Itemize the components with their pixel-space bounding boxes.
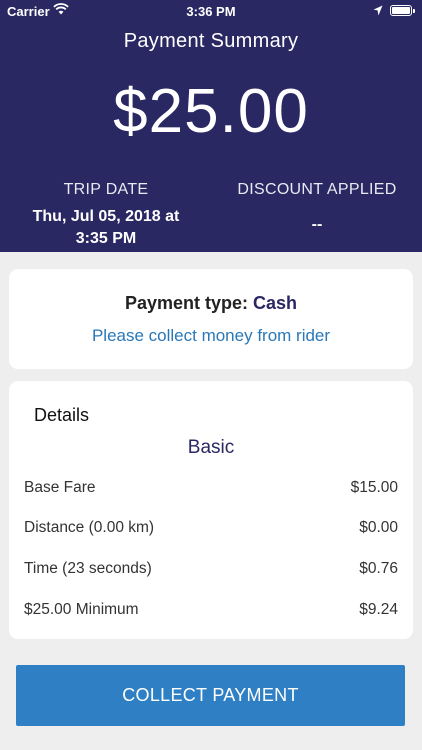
payment-type-label: Payment type: (124, 293, 248, 313)
fare-row-value: $15.00 (350, 479, 398, 496)
collect-money-message: Please collect money from rider (91, 326, 331, 345)
details-card: Details Basic Base Fare $15.00 Distance … (9, 381, 413, 639)
trip-date-value: Thu, Jul 05, 2018 at 3:35 PM (20, 206, 192, 250)
payment-type-value: Cash (253, 293, 298, 313)
discount-value: -- (311, 216, 323, 233)
summary-header: Carrier 3:36 PM Payment Summary $25.00 T… (0, 0, 422, 252)
trip-date-label: TRIP DATE (63, 181, 149, 198)
payment-type: Payment type: Cash (9, 293, 413, 314)
trip-date-line-2: 3:35 PM (75, 230, 137, 247)
fare-row-value: $0.76 (359, 560, 398, 577)
fare-plan-name: Basic (187, 437, 235, 458)
discount-label: DISCOUNT APPLIED (237, 181, 397, 198)
fare-row-value: $0.00 (359, 519, 398, 536)
page-title: Payment Summary (123, 30, 299, 52)
trip-date-line-1: Thu, Jul 05, 2018 at (32, 208, 180, 225)
collect-payment-button[interactable]: COLLECT PAYMENT (16, 665, 405, 726)
details-title: Details (34, 405, 90, 425)
fare-row-label: Distance (0.00 km) (24, 519, 155, 536)
status-time: 3:36 PM (186, 4, 236, 19)
fare-row-label: Time (23 seconds) (24, 560, 152, 577)
payment-type-card: Payment type: Cash Please collect money … (9, 269, 413, 369)
total-amount: $25.00 (113, 77, 309, 146)
status-bar: Carrier 3:36 PM (0, 0, 422, 22)
fare-row-label: Base Fare (24, 479, 96, 496)
location-arrow-icon (373, 4, 383, 19)
battery-icon (390, 5, 415, 16)
fare-row-value: $9.24 (359, 601, 398, 618)
fare-row-label: $25.00 Minimum (24, 601, 139, 618)
